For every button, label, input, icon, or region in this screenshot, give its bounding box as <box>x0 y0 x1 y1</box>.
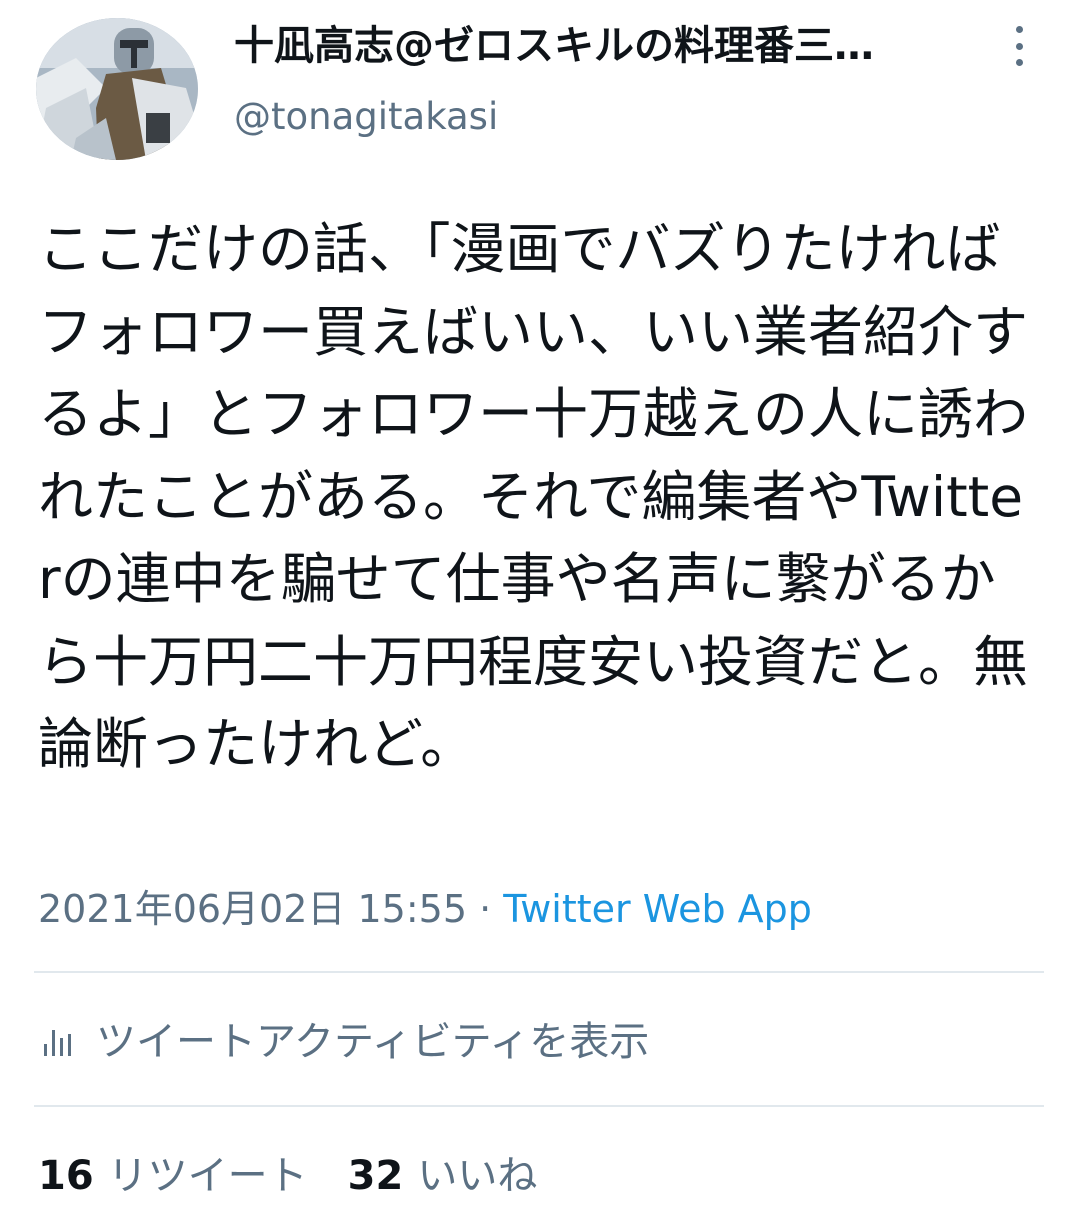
tweet-stats: 16 リツイート 32 いいね <box>38 1148 577 1204</box>
avatar-image <box>36 18 198 160</box>
retweets-count: 16 <box>38 1153 94 1199</box>
avatar[interactable] <box>36 18 198 160</box>
tweet-meta: 2021年06月02日 15:55 · Twitter Web App <box>38 884 812 934</box>
divider <box>34 971 1044 973</box>
user-handle[interactable]: @tonagitakasi <box>234 94 498 140</box>
retweets-stat[interactable]: 16 リツイート <box>38 1148 308 1204</box>
likes-count: 32 <box>347 1153 404 1199</box>
likes-stat[interactable]: 32 いいね <box>348 1148 538 1204</box>
meta-separator: · <box>479 887 492 931</box>
tweet-text: ここだけの話、「漫画でバズりたければフォロワー買えばいい、いい業者紹介するよ」と… <box>38 217 1029 776</box>
likes-label: いいね <box>417 1153 538 1199</box>
more-dot <box>1015 42 1023 50</box>
tweet-activity-label: ツイートアクティビティを表示 <box>96 1019 650 1065</box>
display-name[interactable]: 十凪高志@ゼロスキルの料理番三… <box>234 22 974 70</box>
more-dot <box>1015 26 1023 33</box>
divider <box>34 1105 1044 1107</box>
more-vertical-icon[interactable] <box>1004 26 1034 66</box>
tweet-timestamp[interactable]: 2021年06月02日 15:55 <box>38 887 467 931</box>
bar-chart-icon <box>44 1030 71 1056</box>
tweet-detail: 十凪高志@ゼロスキルの料理番三… @tonagitakasi ここだけの話、「漫… <box>0 0 1079 1217</box>
retweets-label: リツイート <box>107 1153 308 1199</box>
tweet-activity-button[interactable]: ツイートアクティビティを表示 <box>38 1014 649 1070</box>
source-app-link[interactable]: Twitter Web App <box>503 887 812 931</box>
more-dot <box>1015 59 1023 66</box>
